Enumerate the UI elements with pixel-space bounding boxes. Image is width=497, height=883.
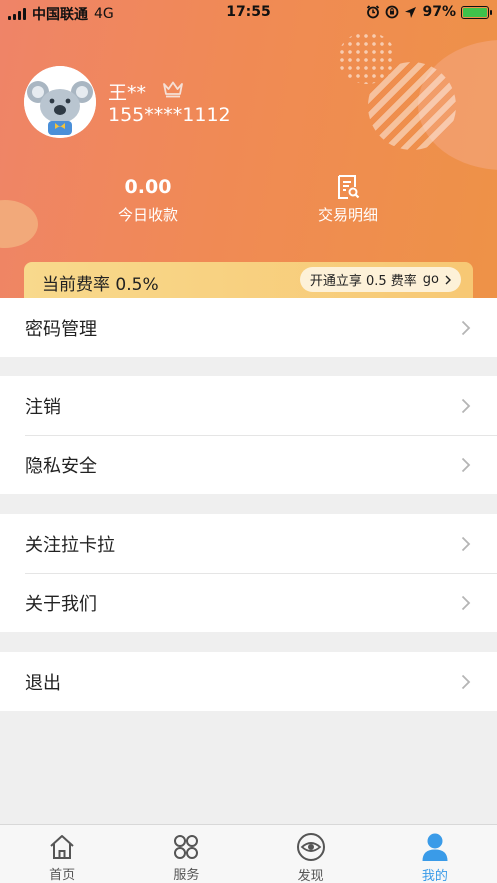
upgrade-rate-go: go xyxy=(422,272,439,287)
user-phone: 155****1112 xyxy=(108,104,231,126)
koala-avatar-icon xyxy=(24,66,96,138)
upgrade-rate-button[interactable]: 开通立享 0.5 费率 go xyxy=(299,267,461,292)
tab-mine[interactable]: 我的 xyxy=(373,825,497,883)
decorative-circle-left xyxy=(0,200,38,248)
today-income-amount: 0.00 xyxy=(124,176,172,198)
tab-bar: 首页 服务 发现 我的 xyxy=(0,824,497,883)
tab-label: 发现 xyxy=(297,869,324,883)
services-icon xyxy=(174,834,199,859)
chevron-right-icon xyxy=(461,536,471,552)
tab-label: 首页 xyxy=(49,868,76,883)
tab-home[interactable]: 首页 xyxy=(0,825,124,883)
menu-item-cancel-account[interactable]: 注销 xyxy=(0,376,497,435)
menu-item-about[interactable]: 关于我们 xyxy=(0,573,497,632)
transaction-detail-button[interactable]: 交易明细 xyxy=(288,174,408,225)
chevron-right-icon xyxy=(445,275,451,284)
status-bar: 中国联通 4G 17:55 97% xyxy=(0,0,497,24)
menu-item-label: 关于我们 xyxy=(25,593,97,615)
tab-label: 服务 xyxy=(173,868,200,883)
profile-header: 中国联通 4G 17:55 97% 王** 155****1112 0.00 今… xyxy=(0,0,497,298)
menu-item-password[interactable]: 密码管理 xyxy=(0,298,497,357)
menu-item-privacy[interactable]: 隐私安全 xyxy=(0,435,497,494)
upgrade-rate-text: 开通立享 0.5 费率 xyxy=(309,274,417,289)
user-icon xyxy=(422,833,448,861)
tab-discover[interactable]: 发现 xyxy=(249,825,373,883)
menu-item-label: 关注拉卡拉 xyxy=(25,534,115,556)
menu-item-label: 退出 xyxy=(25,672,61,694)
current-rate-label: 当前费率 0.5% xyxy=(42,275,159,295)
today-income-label: 今日收款 xyxy=(117,206,178,224)
decorative-dots xyxy=(338,32,396,84)
home-icon xyxy=(50,834,74,859)
menu-group-account: 注销 隐私安全 xyxy=(0,376,497,494)
chevron-right-icon xyxy=(461,320,471,336)
receipt-search-icon xyxy=(338,175,360,199)
user-name: 王** xyxy=(108,82,147,104)
menu-item-label: 密码管理 xyxy=(25,318,97,340)
rate-bar: 当前费率 0.5% 开通立享 0.5 费率 go xyxy=(24,262,473,298)
menu-item-follow[interactable]: 关注拉卡拉 xyxy=(0,514,497,573)
chevron-right-icon xyxy=(461,595,471,611)
discover-eye-icon xyxy=(296,833,325,861)
menu-group-logout: 退出 xyxy=(0,652,497,711)
battery-icon xyxy=(461,5,492,19)
location-arrow-icon xyxy=(405,6,417,18)
avatar[interactable] xyxy=(24,66,96,138)
menu-item-label: 隐私安全 xyxy=(25,455,97,477)
menu-group-password: 密码管理 xyxy=(0,298,497,357)
transaction-detail-label: 交易明细 xyxy=(317,206,378,224)
battery-percent: 97% xyxy=(422,4,456,20)
menu-group-info: 关注拉卡拉 关于我们 xyxy=(0,514,497,632)
chevron-right-icon xyxy=(461,457,471,473)
tab-label: 我的 xyxy=(421,869,448,883)
tab-services[interactable]: 服务 xyxy=(124,825,248,883)
crown-icon xyxy=(163,81,183,98)
rotation-lock-icon xyxy=(386,5,399,19)
menu-item-logout[interactable]: 退出 xyxy=(0,652,497,711)
chevron-right-icon xyxy=(461,674,471,690)
today-income[interactable]: 0.00 今日收款 xyxy=(88,174,208,225)
menu-item-label: 注销 xyxy=(25,396,61,418)
alarm-icon xyxy=(367,5,380,19)
chevron-right-icon xyxy=(461,398,471,414)
